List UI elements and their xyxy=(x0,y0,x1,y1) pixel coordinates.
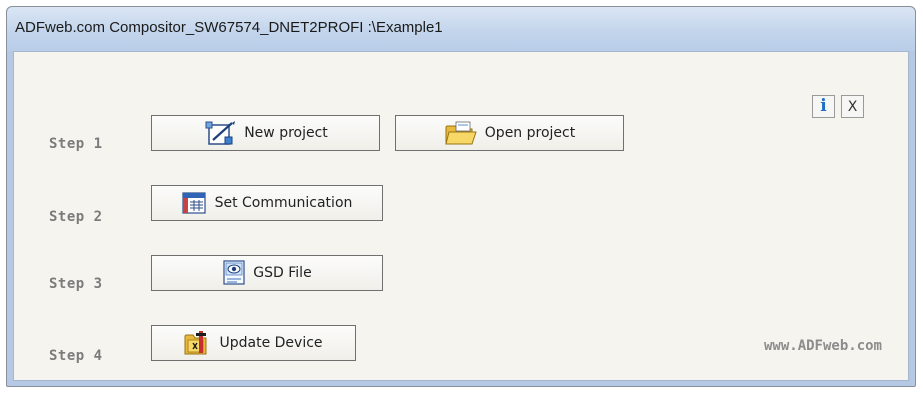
open-project-label: Open project xyxy=(484,125,576,141)
update-device-button[interactable]: Update Device xyxy=(151,325,356,361)
title-bar[interactable]: ADFweb.com Compositor_SW67574_DNET2PROFI… xyxy=(7,7,915,51)
brand-link: www.ADFweb.com xyxy=(763,338,882,354)
new-project-button[interactable]: New project xyxy=(151,115,380,151)
set-communication-button[interactable]: Set Communication xyxy=(151,185,383,221)
info-button[interactable]: i xyxy=(812,95,835,118)
update-device-label: Update Device xyxy=(219,335,323,351)
step-1-label: Step 1 xyxy=(49,136,103,152)
gsd-file-button[interactable]: GSD File xyxy=(151,255,383,291)
close-icon: X xyxy=(847,98,858,115)
step-4-label: Step 4 xyxy=(49,348,103,364)
gsd-file-label: GSD File xyxy=(253,265,312,281)
open-project-button[interactable]: Open project xyxy=(395,115,624,151)
folder-icon xyxy=(444,120,478,146)
set-communication-label: Set Communication xyxy=(214,195,353,211)
window-title: ADFweb.com Compositor_SW67574_DNET2PROFI… xyxy=(15,19,443,36)
info-icon: i xyxy=(820,96,827,116)
step-3-label: Step 3 xyxy=(49,276,103,292)
update-device-icon xyxy=(184,330,212,356)
communication-icon xyxy=(181,191,208,215)
main-panel: Step 1 Step 2 Step 3 Step 4 New project xyxy=(13,51,909,381)
new-project-icon xyxy=(203,120,237,146)
app-window: ADFweb.com Compositor_SW67574_DNET2PROFI… xyxy=(6,6,916,387)
step-2-label: Step 2 xyxy=(49,209,103,225)
close-button[interactable]: X xyxy=(841,95,864,118)
gsd-file-icon xyxy=(222,260,246,286)
new-project-label: New project xyxy=(244,125,328,141)
